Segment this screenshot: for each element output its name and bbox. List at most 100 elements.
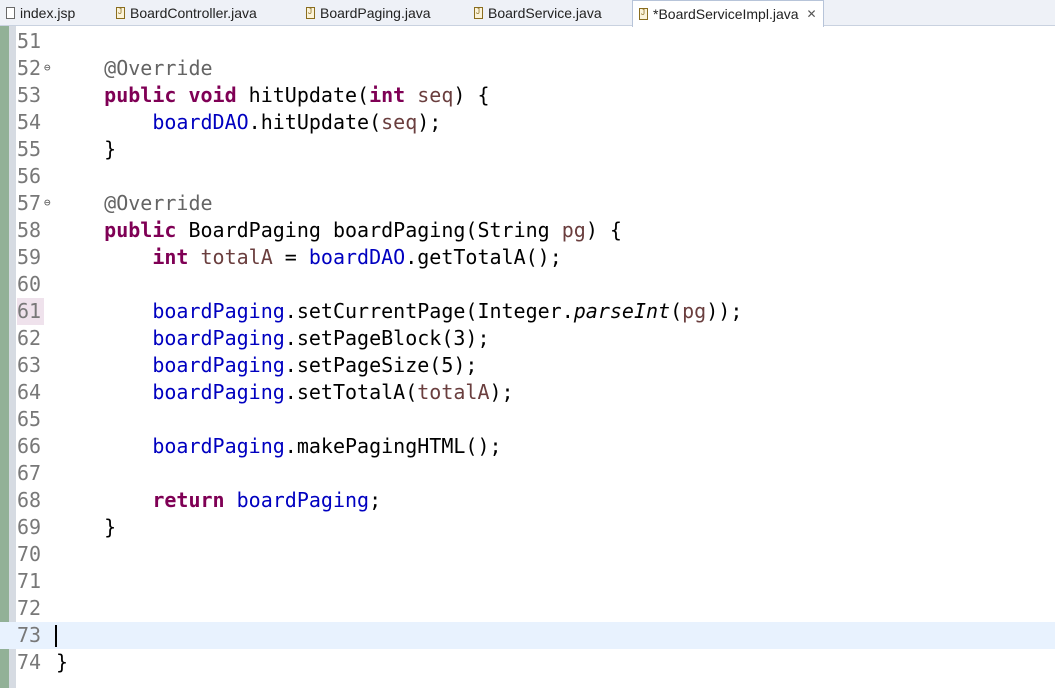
- code-token: public: [104, 218, 177, 242]
- text-caret: [55, 625, 57, 647]
- line-number: 67: [17, 461, 42, 485]
- java-file-icon: J: [639, 8, 648, 20]
- code-token: .makePagingHTML();: [284, 434, 502, 458]
- code-text: boardPaging.setCurrentPage(Integer.parse…: [56, 298, 742, 325]
- tab-label: BoardController.java: [130, 5, 257, 21]
- line-number: 52: [17, 56, 42, 80]
- line-number: 63: [17, 353, 42, 377]
- code-editor[interactable]: 51 52 ⊖ @Override 53 public void hitUpdate(…: [0, 26, 1055, 688]
- code-line[interactable]: 74}: [0, 649, 1055, 676]
- code-text: boardPaging.setPageSize(5);: [56, 352, 477, 379]
- tab-index-jsp[interactable]: index.jsp: [6, 0, 75, 26]
- line-number: 55: [17, 137, 42, 161]
- code-line[interactable]: 61 boardPaging.setCurrentPage(Integer.pa…: [0, 298, 1055, 325]
- code-token: =: [272, 245, 309, 269]
- line-number: 70: [17, 542, 42, 566]
- code-token: pg: [682, 299, 707, 323]
- code-line[interactable]: 67: [0, 460, 1055, 487]
- code-token: seq: [417, 83, 454, 107]
- code-text: boardPaging.makePagingHTML();: [56, 433, 502, 460]
- code-line[interactable]: 68 return boardPaging;: [0, 487, 1055, 514]
- code-text: }: [56, 649, 68, 676]
- fold-toggle-icon[interactable]: ⊖: [44, 61, 51, 74]
- code-token: boardDAO: [308, 245, 406, 269]
- code-token: .setTotalA(: [284, 380, 418, 404]
- code-text: @Override: [56, 55, 213, 82]
- tab-board-paging[interactable]: J BoardPaging.java: [306, 0, 431, 26]
- fold-toggle-icon[interactable]: ⊖: [44, 196, 51, 209]
- code-line[interactable]: 71: [0, 568, 1055, 595]
- code-line[interactable]: 57 ⊖ @Override: [0, 190, 1055, 217]
- code-token: totalA: [200, 245, 273, 269]
- java-file-icon: J: [306, 7, 315, 19]
- code-token: }: [56, 137, 117, 161]
- code-token: boardPaging: [152, 299, 285, 323]
- code-line[interactable]: 65: [0, 406, 1055, 433]
- code-token: @Override: [104, 56, 213, 80]
- code-line[interactable]: 69 }: [0, 514, 1055, 541]
- line-number: 66: [17, 434, 42, 458]
- code-line[interactable]: 54 boardDAO.hitUpdate(seq);: [0, 109, 1055, 136]
- line-number: 58: [17, 218, 42, 242]
- code-text: int totalA = boardDAO.getTotalA();: [56, 244, 561, 271]
- tab-label: BoardService.java: [488, 5, 602, 21]
- code-token: );: [489, 380, 514, 404]
- tab-label: *BoardServiceImpl.java: [653, 6, 799, 22]
- tab-label: BoardPaging.java: [320, 5, 431, 21]
- code-token: .setPageBlock(3);: [284, 326, 490, 350]
- code-line[interactable]: 70: [0, 541, 1055, 568]
- code-token: ) {: [453, 83, 490, 107]
- tab-board-service-impl[interactable]: J *BoardServiceImpl.java ✕: [632, 0, 824, 27]
- code-line[interactable]: 55 }: [0, 136, 1055, 163]
- line-number: 69: [17, 515, 42, 539]
- code-line[interactable]: 56: [0, 163, 1055, 190]
- line-number: 61: [17, 298, 44, 325]
- code-token: return: [152, 488, 225, 512]
- code-token: seq: [381, 110, 418, 134]
- line-number: 54: [17, 110, 42, 134]
- java-file-icon: J: [116, 7, 125, 19]
- code-text: }: [56, 514, 116, 541]
- code-line[interactable]: 62 boardPaging.setPageBlock(3);: [0, 325, 1055, 352]
- code-line[interactable]: 52 ⊖ @Override: [0, 55, 1055, 82]
- code-token: pg: [561, 218, 586, 242]
- code-line[interactable]: 53 public void hitUpdate(int seq) {: [0, 82, 1055, 109]
- code-line[interactable]: 60: [0, 271, 1055, 298]
- code-line[interactable]: 73: [0, 622, 1055, 649]
- code-token: boardPaging: [152, 326, 285, 350]
- code-line[interactable]: 63 boardPaging.setPageSize(5);: [0, 352, 1055, 379]
- code-line[interactable]: 51: [0, 28, 1055, 55]
- code-token: }: [56, 515, 117, 539]
- code-line[interactable]: 66 boardPaging.makePagingHTML();: [0, 433, 1055, 460]
- close-tab-icon[interactable]: ✕: [807, 7, 817, 21]
- tab-board-service[interactable]: J BoardService.java: [474, 0, 602, 26]
- code-line[interactable]: 59 int totalA = boardDAO.getTotalA();: [0, 244, 1055, 271]
- code-line[interactable]: 64 boardPaging.setTotalA(totalA);: [0, 379, 1055, 406]
- code-line[interactable]: 58 public BoardPaging boardPaging(String…: [0, 217, 1055, 244]
- code-token: ) {: [585, 218, 622, 242]
- code-text: boardDAO.hitUpdate(seq);: [56, 109, 441, 136]
- line-number: 64: [17, 380, 42, 404]
- code-text: boardPaging.setPageBlock(3);: [56, 325, 489, 352]
- code-text: }: [56, 136, 116, 163]
- line-number: 65: [17, 407, 42, 431]
- code-text: @Override: [56, 190, 212, 217]
- line-number: 56: [17, 164, 42, 188]
- code-text: public void hitUpdate(int seq) {: [56, 82, 490, 109]
- line-number: 71: [17, 569, 42, 593]
- code-line[interactable]: 72: [0, 595, 1055, 622]
- code-token: );: [417, 110, 442, 134]
- code-token: boardPaging: [152, 380, 285, 404]
- code-text: return boardPaging;: [56, 487, 381, 514]
- code-token: .hitUpdate(: [248, 110, 382, 134]
- tab-board-controller[interactable]: J BoardController.java: [116, 0, 257, 26]
